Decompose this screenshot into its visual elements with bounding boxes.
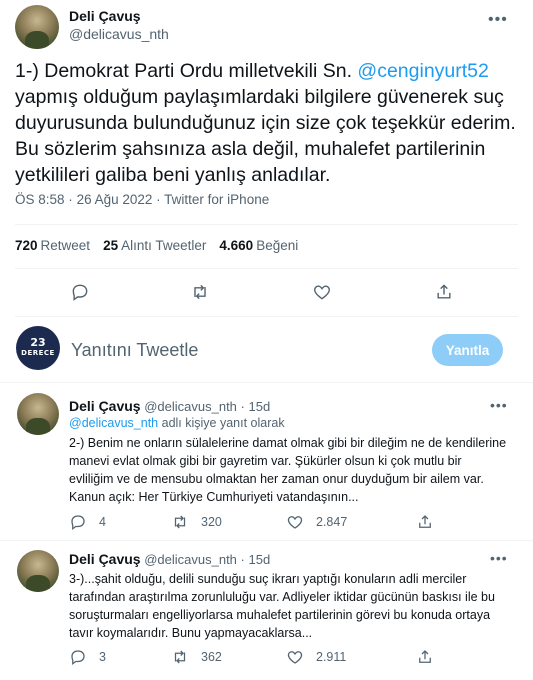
retweet-stat[interactable]: 720 Retweet (15, 238, 90, 253)
reply-age[interactable]: 15d (249, 399, 271, 414)
meta-separator: · (156, 192, 161, 207)
reply-count: 4 (99, 515, 106, 529)
divider (15, 268, 518, 269)
reply-header: Deli Çavuş @delicavus_nth · 15d (69, 398, 270, 414)
like-stat[interactable]: 4.660 Beğeni (219, 238, 298, 253)
retweet-count: 320 (201, 515, 222, 529)
replying-to: @delicavus_nth adlı kişiye yanıt olarak (69, 416, 285, 430)
reply-avatar[interactable] (17, 393, 59, 435)
retweet-icon (194, 284, 206, 300)
tweet-time[interactable]: ÖS 8:58 (15, 192, 65, 207)
reply-icon (72, 284, 88, 301)
more-icon[interactable]: ••• (490, 398, 508, 412)
mention-link[interactable]: @cenginyurt52 (357, 60, 488, 82)
retweet-count: 362 (201, 650, 222, 664)
share-button[interactable] (416, 648, 434, 666)
share-icon (419, 650, 431, 663)
share-icon (437, 284, 451, 299)
reply-avatar[interactable] (17, 550, 59, 592)
reply-author-name[interactable]: Deli Çavuş (69, 551, 141, 567)
tweet-meta: ÖS 8:58 · 26 Ağu 2022 · Twitter for iPho… (15, 192, 269, 207)
author-avatar[interactable] (15, 5, 59, 49)
share-icon (419, 515, 431, 528)
reply-submit-button[interactable]: Yanıtla (432, 334, 503, 366)
reply-button[interactable]: 3 (69, 648, 106, 666)
share-button[interactable] (434, 282, 454, 302)
meta-separator: · (240, 552, 245, 567)
like-button[interactable] (312, 282, 332, 302)
like-button[interactable]: 2.847 (286, 513, 347, 531)
like-count: 2.847 (316, 515, 348, 529)
retweet-icon (174, 515, 186, 529)
meta-separator: · (68, 192, 73, 207)
divider (15, 316, 518, 317)
retweet-button[interactable]: 320 (171, 513, 222, 531)
reply-author-name[interactable]: Deli Çavuş (69, 398, 141, 414)
tweet-source[interactable]: Twitter for iPhone (164, 192, 269, 207)
heart-icon (287, 516, 303, 529)
reply-button[interactable] (70, 282, 90, 302)
reply-count: 3 (99, 650, 106, 664)
reply-age[interactable]: 15d (249, 552, 271, 567)
retweet-button[interactable] (190, 282, 210, 302)
reply-text: 2-) Benim ne onların sülalelerine damat … (69, 436, 507, 504)
more-icon[interactable]: ••• (490, 551, 508, 565)
divider (15, 224, 518, 225)
like-button[interactable]: 2.911 (286, 648, 346, 666)
reply-header: Deli Çavuş @delicavus_nth · 15d (69, 551, 270, 567)
share-button[interactable] (416, 513, 434, 531)
user-avatar[interactable]: 23 DERECE (16, 326, 60, 370)
reply-text: 3-)...şahit olduğu, delili sunduğu suç i… (69, 572, 495, 640)
author-name[interactable]: Deli Çavuş (69, 8, 141, 24)
more-icon[interactable]: ••• (488, 12, 508, 28)
reply-input[interactable]: Yanıtını Tweetle (71, 340, 198, 361)
tweet-text: 1-) Demokrat Parti Ordu milletvekili Sn.… (15, 60, 516, 186)
replying-to-link[interactable]: @delicavus_nth (69, 416, 158, 430)
tweet-stats: 720 Retweet 25 Alıntı Tweetler 4.660 Beğeni (15, 238, 298, 253)
retweet-icon (174, 650, 186, 664)
reply-author-handle[interactable]: @delicavus_nth (144, 399, 237, 414)
quote-stat[interactable]: 25 Alıntı Tweetler (103, 238, 206, 253)
retweet-button[interactable]: 362 (171, 648, 222, 666)
like-count: 2.911 (316, 650, 347, 664)
meta-separator: · (240, 399, 245, 414)
author-handle[interactable]: @delicavus_nth (69, 26, 169, 42)
tweet-date[interactable]: 26 Ağu 2022 (77, 192, 153, 207)
heart-icon (287, 651, 303, 664)
reply-icon (71, 650, 85, 666)
reply-icon (71, 515, 85, 531)
heart-icon (314, 285, 330, 300)
divider (0, 540, 533, 541)
reply-button[interactable]: 4 (69, 513, 106, 531)
reply-author-handle[interactable]: @delicavus_nth (144, 552, 237, 567)
divider (0, 382, 533, 383)
